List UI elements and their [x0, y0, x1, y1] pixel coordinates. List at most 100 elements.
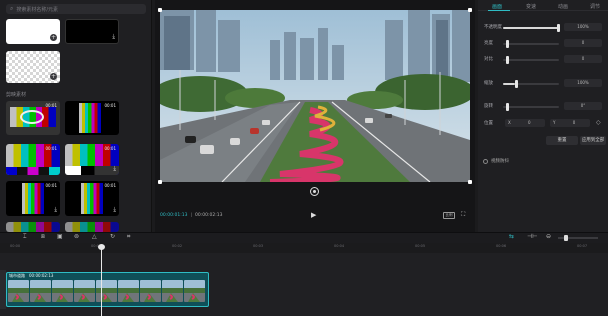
keyframe-icon[interactable]: ◇ — [596, 119, 601, 126]
select-icon[interactable]: ⌶ — [23, 233, 27, 241]
scale-slider[interactable] — [503, 80, 559, 88]
position-y-input[interactable]: Y 0 — [550, 119, 590, 127]
stabilize-label: 视频防抖 — [491, 159, 509, 164]
tab-adjust[interactable]: 调节 — [590, 3, 600, 10]
delete-icon[interactable]: ▣ — [57, 233, 63, 240]
position-label: 位置 — [484, 121, 493, 126]
rotate-input[interactable]: 0° — [564, 102, 602, 110]
clip-frame — [8, 280, 29, 302]
apply-all-button[interactable]: 应用到全部 — [580, 136, 606, 145]
clip-duration: 00:00:02:13 — [29, 273, 54, 278]
freeze-icon[interactable]: ⊚ — [74, 233, 79, 240]
material-color-bars[interactable] — [65, 222, 119, 232]
ruler-tick: 00:02 — [172, 244, 183, 248]
ruler-tick: 00:05 — [415, 244, 426, 248]
link-icon[interactable]: ⇆ — [509, 233, 514, 240]
clip-frame — [118, 280, 139, 302]
crop-handle[interactable] — [468, 180, 472, 184]
contrast-slider[interactable] — [503, 56, 559, 64]
x-label: X — [508, 120, 511, 125]
time-display: 00:00:01:13 | 00:00:02:13 — [160, 213, 223, 218]
material-transparent[interactable]: + — [6, 51, 60, 83]
playhead[interactable] — [101, 245, 102, 316]
y-label: Y — [553, 120, 556, 125]
material-white[interactable]: + — [6, 19, 60, 44]
material-black[interactable]: ⤓ — [65, 19, 119, 44]
zoom-slider[interactable] — [558, 235, 598, 241]
video-clip[interactable]: 城市道路 00:00:02:13 — [6, 272, 209, 307]
search-icon: ⌕ — [10, 5, 14, 12]
brightness-label: 亮度 — [484, 41, 493, 46]
timeline-ruler[interactable]: 00:00 00:01 00:02 00:03 00:04 00:05 00:0… — [0, 243, 608, 253]
video-preview[interactable] — [160, 10, 470, 182]
add-icon[interactable]: + — [50, 34, 57, 41]
y-value: 0 — [572, 120, 576, 125]
crop-handle[interactable] — [468, 8, 472, 12]
material-color-bars[interactable]: 00:01 — [6, 144, 60, 175]
scale-label: 缩放 — [484, 81, 493, 86]
duration-label: 00:01 — [45, 103, 57, 108]
clip-frame — [30, 280, 51, 302]
duration-label: 00:01 — [45, 183, 57, 188]
ratio-button[interactable]: 比例 — [443, 212, 455, 219]
city-road-frame — [160, 10, 470, 182]
ruler-tick: 00:03 — [253, 244, 264, 248]
clip-name: 城市道路 — [9, 273, 25, 278]
current-time: 00:00:01:13 — [160, 213, 188, 218]
material-color-bars[interactable] — [6, 222, 60, 232]
material-color-bars[interactable]: 00:01 ⤓ — [65, 144, 119, 175]
mirror-icon[interactable]: △ — [92, 233, 97, 240]
clip-frame — [52, 280, 73, 302]
clip-frame — [140, 280, 161, 302]
ruler-tick: 00:06 — [496, 244, 507, 248]
tab-picture[interactable]: 画面 — [492, 3, 502, 10]
material-test-pattern[interactable]: 00:01 — [65, 101, 119, 135]
tab-animation[interactable]: 动画 — [558, 3, 568, 10]
material-test-pattern[interactable]: 00:01 — [6, 101, 60, 135]
clip-frame — [184, 280, 205, 302]
media-panel: ⌕ 搜索素材名称/元素 + ⤓ + 剪映素材 00:01 00:01 00:01… — [0, 0, 152, 232]
play-icon[interactable]: ▶ — [311, 211, 316, 219]
scale-input[interactable]: 100% — [564, 79, 602, 87]
split-icon[interactable]: ⧈ — [41, 233, 45, 241]
opacity-slider[interactable] — [503, 24, 560, 32]
position-x-input[interactable]: X 0 — [505, 119, 545, 127]
properties-panel: 画面 变速 动画 调节 — [478, 0, 608, 232]
playhead-handle[interactable] — [98, 244, 105, 250]
material-color-bars[interactable]: 00:01 ⤓ — [65, 181, 119, 216]
rotate-slider[interactable] — [503, 103, 559, 111]
zoom-out-icon[interactable]: ⊖ — [546, 233, 551, 240]
clip-frame — [74, 280, 95, 302]
crop-handle[interactable] — [158, 180, 162, 184]
ruler-tick: 00:00 — [10, 244, 21, 248]
duration-label: 00:01 — [104, 183, 116, 188]
x-value: 0 — [528, 120, 531, 125]
rotate-label: 旋转 — [484, 104, 493, 109]
contrast-input[interactable]: 0 — [564, 55, 602, 63]
ruler-tick: 00:07 — [577, 244, 588, 248]
snap-icon[interactable]: ⊣⊢ — [527, 233, 537, 240]
search-placeholder: 搜索素材名称/元素 — [16, 6, 59, 13]
tab-speed[interactable]: 变速 — [526, 3, 536, 10]
download-icon[interactable]: ⤓ — [113, 165, 116, 173]
search-input[interactable]: ⌕ 搜索素材名称/元素 — [6, 4, 146, 14]
fullscreen-icon[interactable]: ⛶ — [461, 211, 465, 219]
material-color-bars[interactable]: 00:01 ⤓ — [6, 181, 60, 216]
duration-label: 00:01 — [45, 146, 57, 151]
reset-button[interactable]: 重置 — [546, 136, 578, 145]
rotate-icon[interactable]: ↻ — [110, 233, 115, 240]
download-icon[interactable]: ⤓ — [54, 206, 57, 214]
crop-icon[interactable]: ⌗ — [127, 233, 130, 241]
download-icon[interactable]: ⤓ — [112, 33, 115, 41]
crop-handle[interactable] — [158, 8, 162, 12]
brightness-input[interactable]: 0 — [564, 39, 602, 47]
download-icon[interactable]: ⤓ — [113, 206, 116, 214]
clip-frame — [96, 280, 117, 302]
clip-info: 城市道路 00:00:02:13 — [9, 273, 53, 279]
stabilize-checkbox[interactable] — [483, 159, 488, 164]
opacity-label: 不透明度 — [484, 25, 502, 30]
rotate-handle[interactable] — [310, 187, 319, 196]
add-icon[interactable]: + — [50, 73, 57, 80]
opacity-input[interactable]: 100% — [564, 23, 602, 31]
brightness-slider[interactable] — [503, 40, 559, 48]
